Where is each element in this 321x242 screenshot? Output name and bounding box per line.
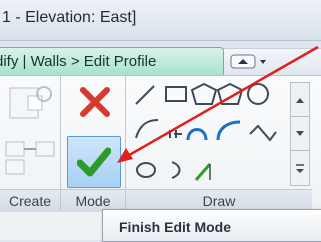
- draw-tools-gallery: [135, 82, 277, 181]
- chevron-up-icon: [296, 98, 304, 103]
- cancel-edit-mode-button[interactable]: [77, 84, 113, 120]
- tooltip-text: Finish Edit Mode: [119, 219, 231, 235]
- title-bar: 1 - Elevation: East]: [0, 0, 321, 41]
- ribbon-display-options-button[interactable]: [230, 54, 270, 70]
- create-tool-icon[interactable]: [4, 84, 56, 124]
- draw-gallery-scroll-down-button[interactable]: [290, 116, 310, 152]
- chevron-down-icon: [296, 131, 304, 136]
- context-tab-modify-walls-edit-profile[interactable]: dify | Walls > Edit Profile: [0, 47, 224, 75]
- window-title: 1 - Elevation: East]: [2, 9, 137, 26]
- draw-gallery-scroll-up-button[interactable]: [290, 82, 310, 118]
- context-tab-label: dify | Walls > Edit Profile: [0, 53, 157, 70]
- draw-gallery-expand-button[interactable]: [290, 150, 310, 186]
- context-tab-bar: dify | Walls > Edit Profile: [0, 47, 321, 76]
- draw-panel: Draw: [126, 76, 312, 212]
- mode-panel: Mode: [61, 76, 126, 212]
- copy-element-icon[interactable]: [4, 136, 56, 176]
- tooltip: Finish Edit Mode: [102, 209, 321, 242]
- create-panel: Create: [0, 76, 61, 212]
- finish-edit-mode-button[interactable]: [67, 136, 121, 188]
- check-icon: [77, 147, 111, 177]
- create-panel-label: Create: [0, 189, 60, 212]
- gallery-more-icon: [296, 164, 304, 173]
